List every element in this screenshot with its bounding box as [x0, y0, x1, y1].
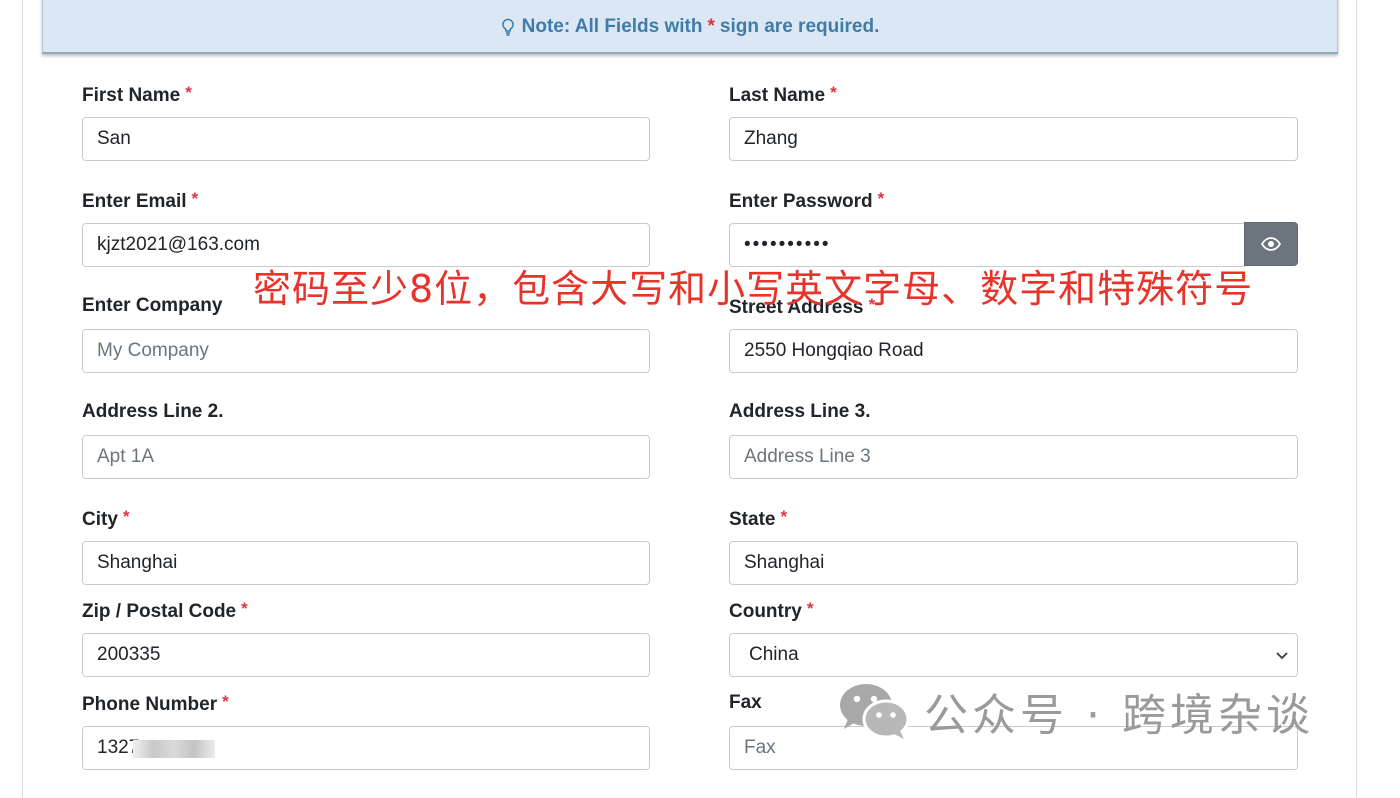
- note-text-prefix: Note: All Fields with: [521, 15, 703, 37]
- required-star: *: [185, 83, 192, 102]
- address-line-3-label: Address Line 3.: [729, 401, 871, 422]
- last-name-label: Last Name *: [729, 83, 837, 106]
- watermark-text: 公众号 · 跨境杂谈: [924, 690, 1314, 741]
- address-line-3-input[interactable]: Address Line 3: [729, 435, 1298, 479]
- country-label: Country *: [729, 599, 814, 622]
- required-star: *: [241, 599, 248, 618]
- required-star: *: [806, 599, 814, 618]
- country-select-value: China: [749, 644, 799, 665]
- first-name-input[interactable]: San: [82, 117, 650, 161]
- zip-label: Zip / Postal Code *: [82, 599, 248, 622]
- city-label: City *: [82, 507, 130, 530]
- required-star: *: [222, 692, 229, 711]
- redacted-phone-digits: [133, 740, 215, 758]
- address-line-2-input[interactable]: Apt 1A: [82, 435, 650, 479]
- address-line-2-label: Address Line 2.: [82, 401, 224, 422]
- fax-label: Fax: [729, 692, 762, 713]
- required-fields-note: Note: All Fields with * sign are require…: [42, 0, 1338, 54]
- eye-icon: [1261, 237, 1281, 251]
- wechat-icon: [840, 684, 910, 739]
- street-address-input[interactable]: 2550 Hongqiao Road: [729, 329, 1298, 373]
- zip-input[interactable]: 200335: [82, 633, 650, 677]
- lightbulb-icon: [501, 18, 514, 36]
- company-label: Enter Company: [82, 295, 223, 316]
- phone-label: Phone Number *: [82, 692, 229, 715]
- required-star: *: [780, 507, 788, 526]
- chevron-down-icon: [1276, 652, 1288, 660]
- city-input[interactable]: Shanghai: [82, 541, 650, 585]
- required-star: *: [122, 507, 130, 526]
- email-label: Enter Email *: [82, 189, 199, 212]
- company-input[interactable]: My Company: [82, 329, 650, 373]
- note-text-suffix: sign are required.: [719, 15, 880, 37]
- password-rule-annotation: 密码至少8位，包含大写和小写英文字母、数字和特殊符号: [253, 267, 1254, 311]
- last-name-input[interactable]: Zhang: [729, 117, 1298, 161]
- note-required-star: *: [707, 15, 715, 37]
- first-name-label: First Name *: [82, 83, 192, 106]
- watermark: 公众号 · 跨境杂谈: [838, 680, 1314, 742]
- state-input[interactable]: Shanghai: [729, 541, 1298, 585]
- country-select[interactable]: China: [729, 633, 1298, 677]
- password-label: Enter Password *: [729, 189, 885, 212]
- state-label: State *: [729, 507, 788, 530]
- required-star: *: [191, 189, 199, 208]
- required-star: *: [877, 189, 885, 208]
- required-star: *: [830, 83, 837, 102]
